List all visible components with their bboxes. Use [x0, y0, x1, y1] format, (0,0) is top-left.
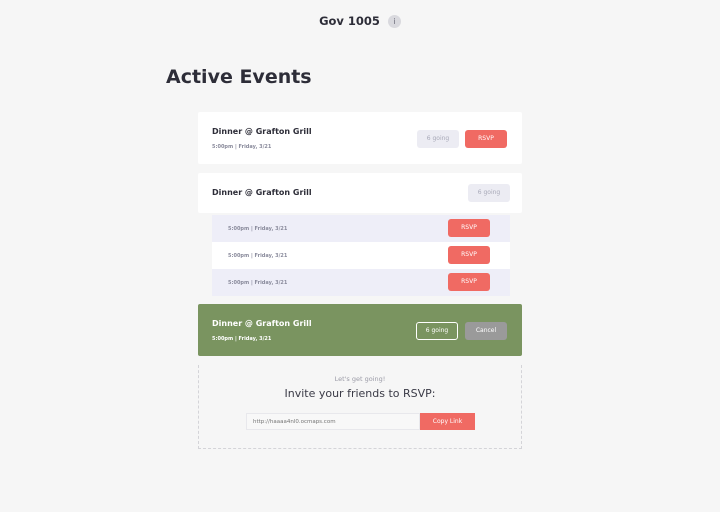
- time-slot: 5:00pm | Friday, 3/21: [228, 226, 288, 232]
- event-card-selected[interactable]: Dinner @ Grafton Grill 5:00pm | Friday, …: [198, 304, 522, 356]
- event-time: 5:00pm | Friday, 3/21: [212, 144, 272, 150]
- going-count: 6 going: [468, 184, 510, 202]
- event-title: Dinner @ Grafton Grill: [212, 319, 312, 328]
- invite-link-input[interactable]: [246, 413, 420, 430]
- event-title: Dinner @ Grafton Grill: [212, 188, 312, 197]
- time-slot: 5:00pm | Friday, 3/21: [228, 253, 288, 259]
- group-name: Gov 1005: [319, 14, 380, 28]
- invite-heading: Invite your friends to RSVP:: [284, 387, 436, 400]
- page-title: Active Events: [166, 66, 312, 88]
- invite-panel: Let's get going! Invite your friends to …: [198, 365, 522, 449]
- time-slot-row: 5:00pm | Friday, 3/21 RSVP: [212, 215, 510, 242]
- rsvp-button[interactable]: RSVP: [448, 273, 490, 291]
- time-slot-row: 5:00pm | Friday, 3/21 RSVP: [212, 269, 510, 296]
- going-count: 6 going: [417, 130, 459, 148]
- event-card-expanded[interactable]: Dinner @ Grafton Grill 6 going: [198, 173, 522, 213]
- cancel-button[interactable]: Cancel: [465, 322, 507, 340]
- time-slot: 5:00pm | Friday, 3/21: [228, 280, 288, 286]
- event-card[interactable]: Dinner @ Grafton Grill 5:00pm | Friday, …: [198, 112, 522, 164]
- event-time: 5:00pm | Friday, 3/21: [212, 336, 272, 342]
- info-icon[interactable]: i: [387, 14, 401, 28]
- invite-kicker: Let's get going!: [334, 375, 386, 383]
- rsvp-button[interactable]: RSVP: [465, 130, 507, 148]
- rsvp-button[interactable]: RSVP: [448, 219, 490, 237]
- time-slot-row: 5:00pm | Friday, 3/21 RSVP: [212, 242, 510, 269]
- event-title: Dinner @ Grafton Grill: [212, 127, 312, 136]
- going-count: 6 going: [416, 322, 458, 340]
- copy-link-button[interactable]: Copy Link: [420, 413, 475, 430]
- top-bar: Gov 1005 i: [0, 12, 720, 30]
- rsvp-button[interactable]: RSVP: [448, 246, 490, 264]
